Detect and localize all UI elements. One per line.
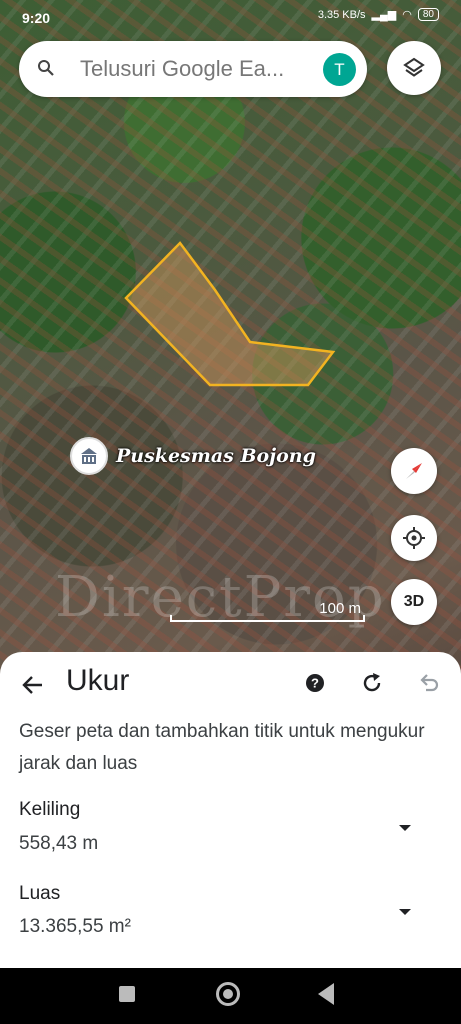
hospital-icon [70,437,108,475]
perimeter-label: Keliling [19,799,81,820]
undo-button[interactable] [417,671,441,700]
poi-marker[interactable]: Puskesmas Bojong [70,437,316,475]
signal-icon: ▂▄▆ [371,9,397,21]
3d-button[interactable]: 3D [391,579,437,625]
help-button[interactable]: ? [305,673,325,698]
status-bar: 9:20 3.35 KB/s ▂▄▆ ◠ 80 [0,0,461,40]
recents-icon[interactable] [119,986,135,1002]
map-view[interactable]: DirectProp [0,0,461,680]
measure-description: Geser peta dan tambahkan titik untuk men… [19,721,425,774]
compass-icon [406,463,422,479]
search-input[interactable]: Telusuri Google Ea... [80,56,315,82]
perimeter-dropdown[interactable] [397,820,413,838]
chevron-down-icon [399,909,411,915]
area-value: 13.365,55 m² [19,916,131,937]
status-time: 9:20 [22,10,51,26]
account-avatar[interactable]: T [323,53,356,86]
perimeter-value: 558,43 m [19,833,99,854]
chevron-down-icon [399,825,411,831]
home-icon[interactable] [216,982,240,1006]
battery-icon: 80 [417,8,439,21]
undo-icon [420,674,439,692]
my-location-button[interactable] [391,515,437,561]
search-bar[interactable]: Telusuri Google Ea... T [19,41,367,97]
area-dropdown[interactable] [397,904,413,922]
compass-button[interactable] [391,448,437,494]
poi-label: Puskesmas Bojong [116,445,316,467]
layers-icon [403,57,425,77]
layers-button[interactable] [387,41,441,95]
system-nav-bar [0,968,461,1024]
panel-title: Ukur [66,664,130,697]
reset-button[interactable] [360,671,384,700]
refresh-icon [363,673,381,692]
arrow-back-icon [22,676,42,694]
status-icons: 3.35 KB/s ▂▄▆ ◠ 80 [318,8,439,21]
svg-text:?: ? [311,676,319,691]
measure-panel: Ukur ? Geser peta dan tambahkan titik un… [0,652,461,968]
scale-bar [170,615,365,622]
back-button[interactable] [20,672,46,703]
network-speed: 3.35 KB/s [317,8,366,21]
wifi-icon: ◠ [402,9,412,21]
my-location-icon [403,527,425,549]
search-icon [37,59,55,82]
area-label: Luas [19,883,61,904]
back-icon[interactable] [318,983,334,1005]
help-icon: ? [306,674,324,692]
map-scale: 100 m [170,600,365,622]
